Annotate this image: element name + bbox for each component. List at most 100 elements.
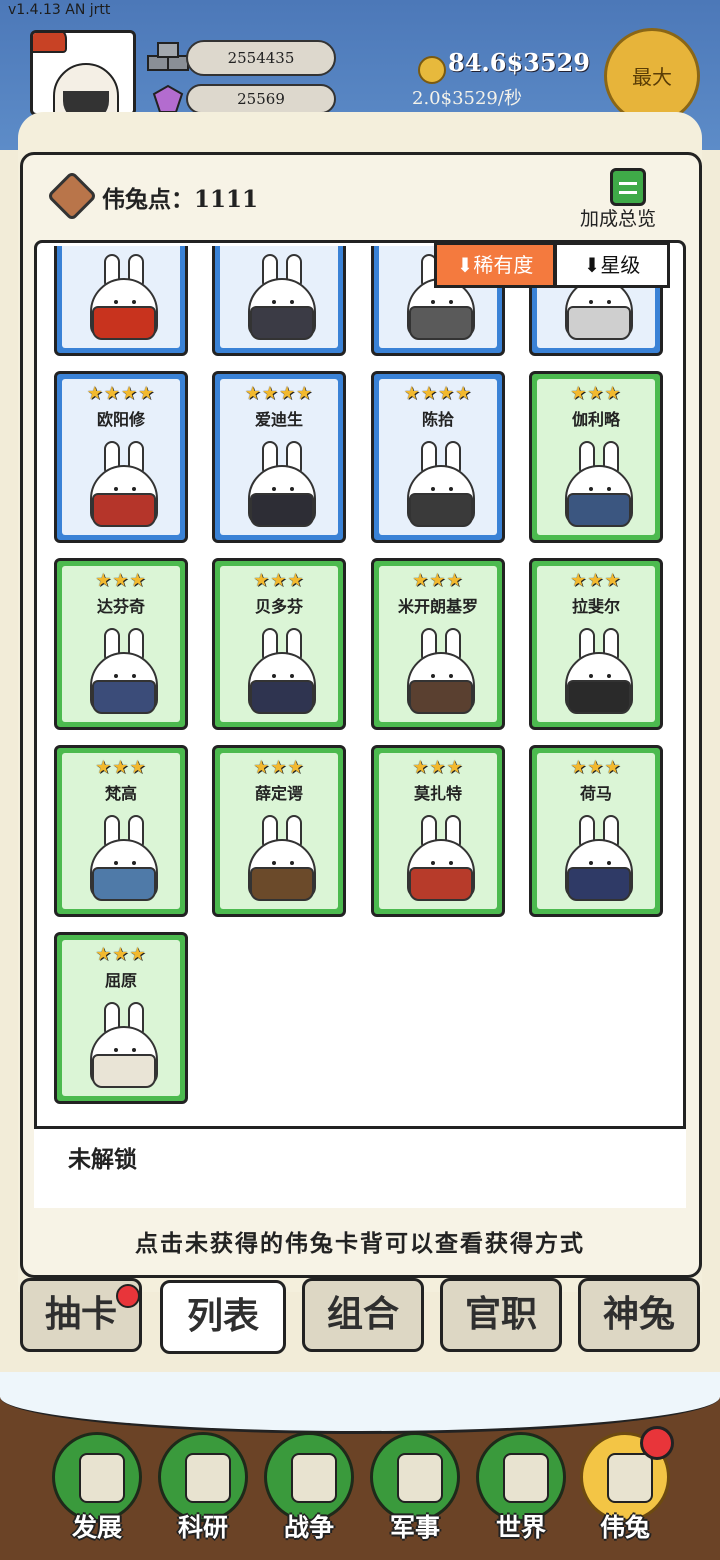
hero-name: 拉斐尔 [571, 597, 620, 616]
star-rating: ★★★ [570, 757, 622, 778]
bonus-list-icon[interactable] [610, 168, 646, 206]
tab-divine-rabbit[interactable]: 神兔 [578, 1278, 700, 1352]
player-avatar[interactable] [30, 30, 136, 116]
hero-card[interactable]: ★★★★ 陈拾 [371, 371, 505, 543]
nav-item[interactable]: 世界 [474, 1432, 568, 1556]
nav-item[interactable]: 军事 [368, 1432, 462, 1556]
crystal-count: 25569 [186, 84, 336, 114]
rabbit-portrait-icon [401, 441, 481, 527]
hero-card[interactable]: ★★★ 梵高 [54, 745, 188, 917]
tent-icon [397, 1453, 443, 1503]
max-button[interactable]: 最大 [604, 28, 700, 124]
hero-card[interactable]: ★★★ 屈原 [54, 932, 188, 1104]
star-rating: ★★★ [95, 944, 147, 965]
hero-card[interactable] [54, 246, 188, 356]
crystal-icon [152, 84, 184, 113]
rabbit-portrait-icon [559, 441, 639, 527]
rabbit-portrait-icon [242, 441, 322, 527]
hero-name: 莫扎特 [413, 784, 462, 803]
rabbit-notification-badge [640, 1426, 674, 1460]
nav-item[interactable]: 科研 [156, 1432, 250, 1556]
star-rating: ★★★ [95, 570, 147, 591]
hero-card-inner: ★★★ 薛定谔 [220, 753, 338, 909]
nav-item[interactable]: 战争 [262, 1432, 356, 1556]
develop-icon [79, 1453, 125, 1503]
star-rating: ★★★ [253, 757, 305, 778]
hero-card[interactable]: ★★★★ 欧阳修 [54, 371, 188, 543]
star-rating: ★★★ [412, 570, 464, 591]
hero-card-inner: ★★★ 达芬奇 [62, 566, 180, 722]
tab-list[interactable]: 列表 [160, 1280, 286, 1354]
rabbit-portrait-icon [84, 441, 164, 527]
tab-combo[interactable]: 组合 [302, 1278, 424, 1352]
hero-name: 米开朗基罗 [397, 597, 478, 616]
bonus-overview-button[interactable]: 加成总览 [580, 204, 656, 231]
hero-name: 陈拾 [421, 410, 454, 429]
version-label: v1.4.13 AN jrtt [8, 2, 111, 18]
crossed-swords-icon [291, 1453, 337, 1503]
draw-notification-badge [116, 1284, 140, 1308]
hero-card[interactable]: ★★★ 薛定谔 [212, 745, 346, 917]
hero-name: 薛定谔 [254, 784, 303, 803]
hero-name: 达芬奇 [96, 597, 145, 616]
rabbit-portrait-icon [242, 254, 322, 340]
hint-text: 点击未获得的伟兔卡背可以查看获得方式 [135, 1230, 585, 1257]
hero-name: 屈原 [104, 971, 137, 990]
star-rating: ★★★ [570, 383, 622, 404]
coin-icon [418, 56, 446, 84]
nav-label: 世界 [495, 1513, 546, 1542]
star-rating: ★★★ [570, 570, 622, 591]
hero-card[interactable]: ★★★ 贝多芬 [212, 558, 346, 730]
hero-card[interactable]: ★★★ 荷马 [529, 745, 663, 917]
star-rating: ★★★ [253, 570, 305, 591]
rabbit-portrait-icon [401, 815, 481, 901]
locked-label: 未解锁 [68, 1146, 137, 1173]
rabbit-portrait-icon [84, 628, 164, 714]
hero-card-inner: ★★★ 拉斐尔 [537, 566, 655, 722]
money-rate: 2.0$3529/秒 [412, 88, 522, 109]
hero-card-inner: ★★★★ 爱迪生 [220, 379, 338, 535]
rabbit-portrait-icon [242, 628, 322, 714]
hero-card-inner: ★★★ 伽利略 [537, 379, 655, 535]
star-rating: ★★★ [95, 757, 147, 778]
rabbit-portrait-icon [401, 628, 481, 714]
globe-icon [503, 1453, 549, 1503]
hero-card-inner [62, 246, 180, 348]
hero-name: 梵高 [104, 784, 137, 803]
hero-card-inner: ★★★★ 陈拾 [379, 379, 497, 535]
rabbit-portrait-icon [84, 815, 164, 901]
nav-label: 战争 [283, 1513, 334, 1542]
hero-card[interactable]: ★★★ 伽利略 [529, 371, 663, 543]
avatar-hat [33, 33, 67, 53]
hero-card-inner: ★★★ 屈原 [62, 940, 180, 1096]
tab-office[interactable]: 官职 [440, 1278, 562, 1352]
card-grid[interactable]: ★★★★ 欧阳修 ★★★★ 爱迪生 ★★★★ 陈拾 ★★★ 伽利略 ★★★ 达芬奇 ★★★ 贝多芬 ★★… [34, 246, 686, 1126]
nav-item[interactable]: 发展 [50, 1432, 144, 1556]
rabbit-portrait-icon [559, 815, 639, 901]
hero-card-inner: ★★★★ 欧阳修 [62, 379, 180, 535]
hero-name: 贝多芬 [254, 597, 303, 616]
stone-count: 2554435 [186, 40, 336, 76]
flask-icon [185, 1453, 231, 1503]
hero-card-inner: ★★★ 荷马 [537, 753, 655, 909]
hero-name: 欧阳修 [96, 410, 145, 429]
nav-label: 伟兔 [599, 1513, 650, 1542]
star-rating: ★★★ [412, 757, 464, 778]
star-rating: ★★★★ [244, 383, 314, 404]
hero-card[interactable]: ★★★ 莫扎特 [371, 745, 505, 917]
hero-card[interactable]: ★★★ 米开朗基罗 [371, 558, 505, 730]
hero-name: 伽利略 [571, 410, 620, 429]
sort-by-rarity-button[interactable]: ⬇稀有度 [434, 242, 556, 288]
hero-card[interactable]: ★★★ 拉斐尔 [529, 558, 663, 730]
star-rating: ★★★★ [86, 383, 156, 404]
hero-card-inner: ★★★ 米开朗基罗 [379, 566, 497, 722]
rabbit-portrait-icon [84, 254, 164, 340]
rabbit-portrait-icon [559, 628, 639, 714]
hero-card[interactable] [212, 246, 346, 356]
hero-card-inner: ★★★ 梵高 [62, 753, 180, 909]
stone-bricks-icon [147, 42, 189, 71]
sort-by-star-button[interactable]: ⬇星级 [554, 242, 670, 288]
hero-name: 荷马 [579, 784, 612, 803]
hero-card[interactable]: ★★★★ 爱迪生 [212, 371, 346, 543]
hero-card[interactable]: ★★★ 达芬奇 [54, 558, 188, 730]
